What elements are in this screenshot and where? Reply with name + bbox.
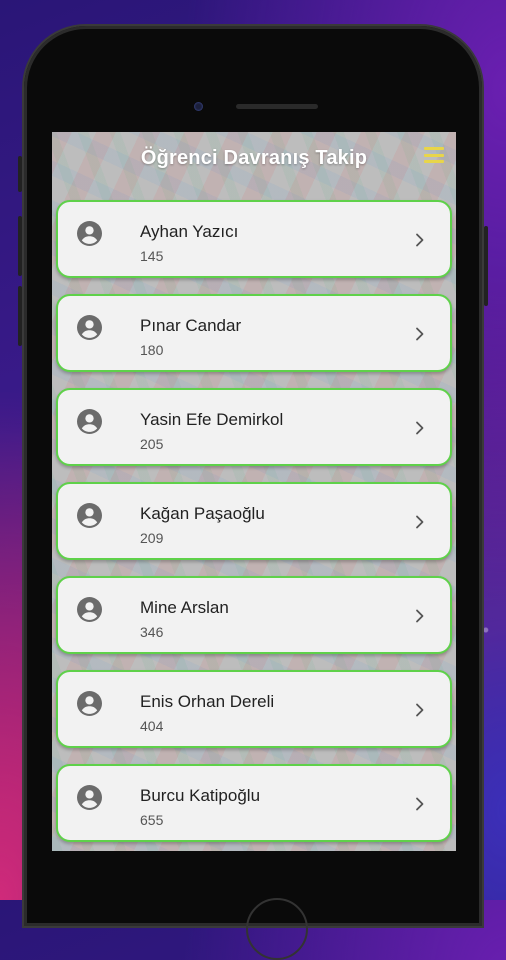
chevron-right-icon xyxy=(416,703,424,717)
student-name: Enis Orhan Dereli xyxy=(140,692,275,711)
student-number: 145 xyxy=(140,248,164,264)
account-circle-icon xyxy=(77,503,102,528)
front-camera xyxy=(194,102,203,111)
chevron-right-icon xyxy=(416,327,424,341)
student-name: Mine Arslan xyxy=(140,598,229,617)
student-name: Ayhan Yazıcı xyxy=(140,222,239,241)
student-name: Pınar Candar xyxy=(140,316,242,335)
earpiece-speaker xyxy=(236,104,318,109)
volume-up-button xyxy=(18,216,22,276)
app-bar: Öğrenci Davranış Takip xyxy=(52,132,456,184)
student-number: 655 xyxy=(140,812,164,828)
power-button xyxy=(484,226,488,306)
student-number: 180 xyxy=(140,342,164,358)
app-title: Öğrenci Davranış Takip xyxy=(140,146,368,169)
chevron-right-icon xyxy=(416,515,424,529)
account-circle-icon xyxy=(77,785,102,810)
student-list-item[interactable]: Ayhan Yazıcı 145 xyxy=(56,200,452,278)
chevron-right-icon xyxy=(416,233,424,247)
student-number: 209 xyxy=(140,530,164,546)
home-button xyxy=(246,898,308,960)
student-name: Yasin Efe Demirkol xyxy=(140,410,284,429)
app-screen: Öğrenci Davranış Takip Ayhan Yazıcı 145 … xyxy=(52,132,456,851)
student-name: Burcu Katipoğlu xyxy=(140,786,261,805)
student-number: 404 xyxy=(140,718,164,734)
student-name: Kağan Paşaoğlu xyxy=(140,504,265,523)
student-number: 205 xyxy=(140,436,164,452)
student-list-item[interactable]: Kağan Paşaoğlu 209 xyxy=(56,482,452,560)
volume-down-button xyxy=(18,286,22,346)
student-list-item[interactable]: Pınar Candar 180 xyxy=(56,294,452,372)
account-circle-icon xyxy=(77,409,102,434)
chevron-right-icon xyxy=(416,609,424,623)
student-list-item[interactable]: Mine Arslan 346 xyxy=(56,576,452,654)
account-circle-icon xyxy=(77,597,102,622)
chevron-right-icon xyxy=(416,421,424,435)
student-list-item[interactable]: Enis Orhan Dereli 404 xyxy=(56,670,452,748)
account-circle-icon xyxy=(77,691,102,716)
student-number: 346 xyxy=(140,624,164,640)
student-list: Ayhan Yazıcı 145 Pınar Candar 180 Yasin … xyxy=(56,200,452,851)
hamburger-menu-icon[interactable] xyxy=(424,147,444,163)
account-circle-icon xyxy=(77,221,102,246)
chevron-right-icon xyxy=(416,797,424,811)
student-list-item[interactable]: Burcu Katipoğlu 655 xyxy=(56,764,452,842)
account-circle-icon xyxy=(77,315,102,340)
student-list-item[interactable]: Yasin Efe Demirkol 205 xyxy=(56,388,452,466)
mute-switch xyxy=(18,156,22,192)
